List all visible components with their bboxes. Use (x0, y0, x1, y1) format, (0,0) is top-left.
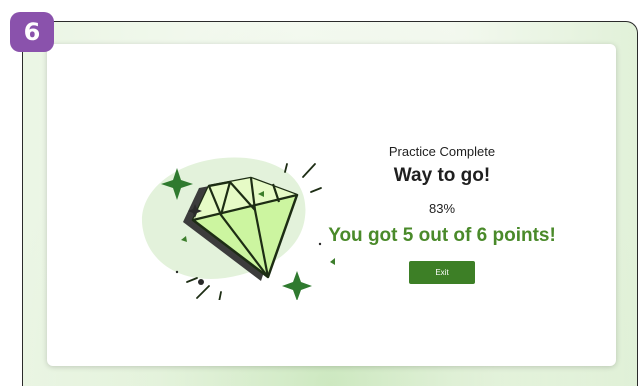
score-summary: You got 5 out of 6 points! (328, 225, 556, 246)
result-card: Practice Complete Way to go! 83% You got… (47, 44, 616, 366)
diamond-illustration-icon (141, 157, 335, 300)
status-text: Practice Complete (388, 144, 496, 159)
headline: Way to go! (393, 165, 491, 186)
result-summary: Practice Complete Way to go! 83% You got… (327, 144, 557, 284)
step-number: 6 (23, 18, 41, 46)
score-percent: 83% (428, 201, 456, 216)
exit-button[interactable]: Exit (409, 261, 475, 284)
step-number-badge: 6 (10, 12, 54, 52)
